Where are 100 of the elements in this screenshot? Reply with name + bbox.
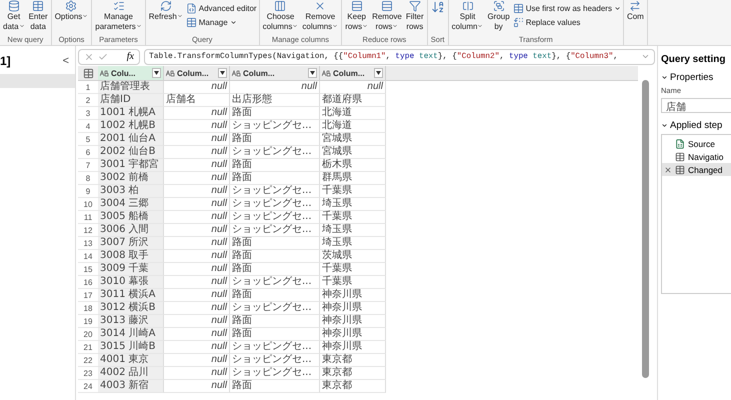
applied-step[interactable]: Changed <box>662 163 731 176</box>
caret-icon <box>18 23 25 29</box>
table-cell: null <box>164 380 230 393</box>
table-cell: null <box>164 302 230 315</box>
ribbon-button[interactable]: Manage <box>186 17 257 28</box>
close-icon <box>314 0 326 12</box>
table-icon <box>512 3 524 14</box>
table-cell: 3008 取手 <box>98 250 164 263</box>
table-cell: null <box>164 250 230 263</box>
name-field[interactable]: 店舗 <box>661 98 731 113</box>
ribbon-button[interactable]: Advanced editor <box>186 3 257 14</box>
ribbon-button[interactable]: Refresh <box>148 0 184 22</box>
list-icon <box>112 0 125 12</box>
caret-icon <box>292 23 298 29</box>
table-cell: 4002 品川 <box>98 367 164 380</box>
column-filter-button[interactable] <box>374 68 383 78</box>
table-icon <box>675 164 685 174</box>
table-cell: 3012 横浜B <box>98 302 164 315</box>
table-cell: 神奈川県 <box>320 289 386 302</box>
table-cell: 3004 三郷 <box>98 198 164 211</box>
table-cell: ショッピングセ... <box>230 224 320 237</box>
ribbon-button[interactable]: Remove rows <box>371 0 403 32</box>
table-cell: 路面 <box>230 328 320 341</box>
chevron-icon <box>661 74 668 81</box>
ribbon-button[interactable]: Group by <box>486 0 511 32</box>
column-header[interactable]: Colum... <box>230 66 320 80</box>
table-cell: 3013 藤沢 <box>98 315 164 328</box>
ribbon-button[interactable]: Com <box>626 0 645 22</box>
caret-icon <box>230 19 237 26</box>
caret-icon <box>477 23 484 29</box>
table-icon <box>675 152 685 162</box>
table-icon[interactable] <box>82 68 94 78</box>
table-cell: null <box>164 237 230 250</box>
table-cell: ショッピングセ... <box>230 354 320 367</box>
table-cell: null <box>164 341 230 354</box>
column-filter-button[interactable] <box>308 68 317 78</box>
table-cell: null <box>164 276 230 289</box>
ribbon-button[interactable]: Remove columns <box>301 0 340 32</box>
table-cell: null <box>164 367 230 380</box>
ribbon-button[interactable]: Use first row as headers <box>512 3 621 14</box>
ribbon-button[interactable]: Manage parameters <box>94 0 143 32</box>
table-cell: 路面 <box>230 159 320 172</box>
table-cell: 店舗管理表 <box>98 81 164 94</box>
column-header[interactable]: Colu... <box>98 66 164 80</box>
group-icon <box>492 0 505 12</box>
table-cell: 宮城県 <box>320 133 386 146</box>
section-toggle[interactable]: Properties <box>661 72 731 83</box>
expand-icon[interactable] <box>641 52 650 61</box>
document-icon <box>186 3 197 14</box>
caret-icon <box>136 23 142 29</box>
table-cell: 出店形態 <box>230 94 320 107</box>
ribbon-button[interactable]: Filter rows <box>404 0 425 32</box>
table-cell: null <box>164 289 230 302</box>
section-toggle[interactable]: Applied step <box>661 120 731 131</box>
table-cell: null <box>164 107 230 120</box>
table-cell: 店舗ID <box>98 94 164 107</box>
table-cell: null <box>164 133 230 146</box>
caret-icon <box>362 23 368 29</box>
ribbon-button[interactable] <box>430 0 446 14</box>
table-cell: 3002 前橋 <box>98 172 164 185</box>
scrollbar-thumb[interactable] <box>642 80 649 378</box>
table-cell: ショッピングセ... <box>230 276 320 289</box>
table-cell: 3006 入間 <box>98 224 164 237</box>
ribbon-button[interactable]: Enter data <box>28 0 49 32</box>
ribbon-button[interactable]: Options <box>54 0 90 22</box>
table-cell: 3001 宇都宮 <box>98 159 164 172</box>
table-cell: 東京都 <box>320 367 386 380</box>
table-cell: null <box>320 81 386 94</box>
table-cell: ショッピングセ... <box>230 211 320 224</box>
table-cell: null <box>164 146 230 159</box>
table-cell: null <box>164 185 230 198</box>
panel-title: Query setting <box>661 54 726 65</box>
caret-icon <box>332 23 338 29</box>
text-type-icon <box>166 70 175 76</box>
table-cell: 千葉県 <box>320 211 386 224</box>
table-cell: 路面 <box>230 289 320 302</box>
column-filter-button[interactable] <box>218 68 227 78</box>
table-cell: 神奈川県 <box>320 328 386 341</box>
column-header[interactable]: Colum... <box>320 66 386 80</box>
applied-step[interactable]: Source <box>662 137 731 150</box>
ribbon-button[interactable]: Get data <box>2 0 26 32</box>
rows-icon <box>350 0 363 12</box>
table-cell: null <box>164 81 230 94</box>
table-cell: 千葉県 <box>320 185 386 198</box>
table-cell: 神奈川県 <box>320 341 386 354</box>
delete-icon[interactable] <box>664 166 672 174</box>
table-cell: null <box>164 211 230 224</box>
ribbon-button[interactable]: Split column <box>450 0 484 32</box>
column-filter-button[interactable] <box>152 68 161 78</box>
ribbon-button[interactable]: Keep rows <box>344 0 370 32</box>
collapse-button[interactable]: < <box>62 55 69 67</box>
table-cell: null <box>164 328 230 341</box>
text-type-icon <box>232 70 241 76</box>
check-icon[interactable] <box>98 52 108 62</box>
column-header[interactable]: Colum... <box>164 66 230 80</box>
applied-step[interactable]: Navigatio <box>662 150 731 163</box>
ribbon-button[interactable]: Replace values <box>512 17 621 28</box>
table-cell: 埼玉県 <box>320 198 386 211</box>
table-cell: 宮城県 <box>320 146 386 159</box>
ribbon-button[interactable]: Choose columns <box>262 0 300 32</box>
